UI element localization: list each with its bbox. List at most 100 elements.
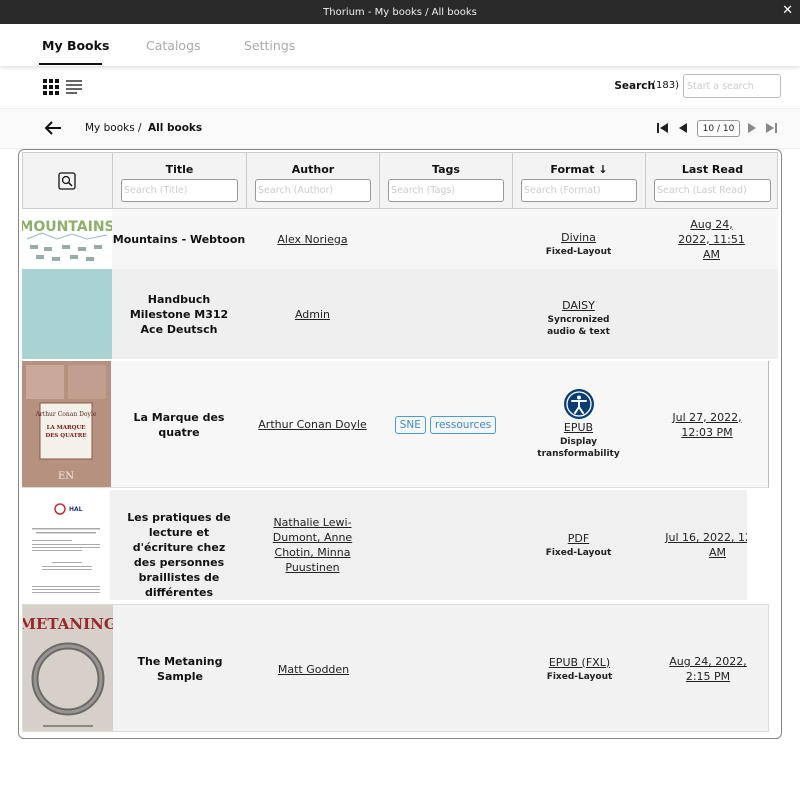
tags-search-input[interactable] [388, 179, 504, 202]
filter-column-header [23, 153, 113, 210]
format-cell[interactable]: EPUB (FXL) Fixed-Layout [513, 605, 646, 733]
author-search-input[interactable] [255, 179, 371, 202]
book-cover[interactable]: Arthur Conan Doyle LA MARQUE DES QUATRE … [22, 361, 111, 487]
last-read-header-label[interactable]: Last Read [646, 163, 779, 176]
book-cover[interactable]: MOUNTAINS [22, 209, 112, 269]
book-format[interactable]: EPUB [564, 421, 593, 434]
author-cell[interactable]: Admin [246, 269, 379, 359]
tags-column-header: Tags [380, 153, 513, 210]
tab-catalogs[interactable]: Catalogs [146, 38, 201, 53]
last-read-search-input[interactable] [654, 179, 771, 202]
library-toolbar: Search (183) [0, 66, 800, 109]
book-format[interactable]: PDF [568, 532, 589, 545]
breadcrumb-my-books[interactable]: My books [85, 122, 135, 134]
last-read-cell[interactable]: Aug 24, 2022, 11:51 AM [645, 209, 778, 269]
cover-author-text: Arthur Conan Doyle [35, 411, 97, 418]
book-author[interactable]: Nathalie Lewi-Dumont, Anne Chotin, Minna… [258, 515, 367, 575]
title-search-input[interactable] [121, 179, 238, 202]
grid-view-icon[interactable] [43, 79, 59, 95]
tag-badge[interactable]: SNE [394, 415, 426, 434]
format-cell[interactable]: DAISY Syncronized audio & text [512, 269, 645, 359]
format-cell[interactable]: PDF Fixed-Layout [512, 490, 645, 600]
book-title[interactable]: Mountains - Webtoon [113, 232, 246, 247]
author-cell[interactable]: Arthur Conan Doyle [246, 361, 379, 488]
book-format[interactable]: EPUB (FXL) [549, 656, 610, 669]
book-author[interactable]: Alex Noriega [277, 232, 347, 247]
next-page-icon[interactable] [745, 121, 759, 135]
search-input[interactable] [683, 74, 781, 98]
format-cell[interactable]: Divina Fixed-Layout [512, 209, 645, 269]
format-detail: Display transformability [537, 437, 620, 459]
title-header-label[interactable]: Title [113, 163, 246, 176]
book-author[interactable]: Arthur Conan Doyle [258, 417, 366, 432]
back-arrow-icon[interactable] [44, 120, 62, 136]
cover-title-text: HAL [69, 506, 83, 513]
cover-title-text: MOUNTAINS [22, 219, 112, 235]
book-cover[interactable]: HAL [22, 490, 110, 600]
breadcrumb-separator: / [138, 122, 142, 134]
format-detail: Fixed-Layout [545, 547, 612, 558]
table-row[interactable]: MOUNTAINS Mountains - Webtoon Alex Norie… [22, 209, 778, 269]
last-read-cell[interactable]: Jul 27, 2022, 12:03 PM [645, 361, 769, 488]
format-detail: Syncronized audio & text [547, 314, 610, 337]
last-page-icon[interactable] [764, 121, 778, 135]
last-read-date[interactable]: Jul 27, 2022, 12:03 PM [665, 410, 749, 440]
tab-settings[interactable]: Settings [244, 38, 295, 53]
title-cell[interactable]: Mountains - Webtoon [112, 209, 246, 269]
book-title[interactable]: The Metaning Sample [113, 654, 247, 684]
book-cover[interactable]: METANING [23, 605, 113, 731]
book-title[interactable]: Les pratiques de lecture et d'écriture c… [124, 510, 234, 600]
format-detail: Fixed-Layout [546, 671, 613, 682]
format-search-input[interactable] [521, 179, 637, 202]
previous-page-icon[interactable] [676, 121, 690, 135]
table-row[interactable]: METANING The Metaning Sample Matt Godden… [22, 604, 769, 732]
title-cell[interactable]: Les pratiques de lecture et d'écriture c… [112, 490, 246, 600]
breadcrumb-all-books: All books [148, 122, 203, 134]
search-filter-icon[interactable] [58, 172, 76, 190]
author-cell[interactable]: Matt Godden [247, 605, 380, 733]
last-read-cell[interactable]: Aug 24, 2022, 2:15 PM [646, 605, 770, 733]
author-cell[interactable]: Alex Noriega [246, 209, 379, 269]
last-read-column-header: Last Read [646, 153, 779, 210]
svg-text:EN: EN [58, 471, 74, 482]
book-format[interactable]: DAISY [562, 299, 595, 312]
tags-cell: SNE ressources [379, 361, 512, 488]
format-detail: Fixed-Layout [545, 246, 612, 257]
book-author[interactable]: Matt Godden [278, 662, 349, 677]
accessibility-icon [563, 389, 594, 419]
author-cell[interactable]: Nathalie Lewi-Dumont, Anne Chotin, Minna… [246, 490, 379, 600]
window-title: Thorium - My books / All books [323, 6, 477, 18]
tab-my-books[interactable]: My Books [42, 38, 109, 53]
first-page-icon[interactable] [656, 121, 670, 135]
format-cell[interactable]: EPUB Display transformability [512, 361, 645, 488]
page-number-input[interactable] [697, 120, 740, 137]
window-titlebar: Thorium - My books / All books ✕ [0, 0, 800, 24]
tags-header-label[interactable]: Tags [380, 163, 512, 176]
last-read-date[interactable]: Aug 24, 2022, 2:15 PM [666, 654, 750, 684]
search-count: (183) [652, 80, 679, 91]
last-read-cell[interactable]: Jul 16, 2022, 12:52 AM [645, 490, 747, 600]
svg-text:LA MARQUE: LA MARQUE [47, 425, 86, 431]
close-icon[interactable]: ✕ [782, 3, 793, 18]
list-view-icon[interactable] [66, 79, 82, 95]
tag-badge[interactable]: ressources [429, 415, 497, 434]
last-read-date[interactable]: Aug 24, 2022, 11:51 AM [675, 217, 748, 262]
book-title[interactable]: La Marque des quatre [112, 410, 246, 440]
title-cell[interactable]: The Metaning Sample [113, 605, 247, 733]
table-row[interactable]: HAL Les pratiques de lecture et d'écritu… [22, 490, 747, 600]
svg-text:DES QUATRE: DES QUATRE [45, 433, 86, 439]
format-header-label[interactable]: Format ↓ [513, 163, 645, 176]
book-author[interactable]: Admin [295, 307, 330, 322]
last-read-date[interactable]: Jul 16, 2022, 12:52 AM [665, 530, 747, 560]
format-column-header: Format ↓ [513, 153, 646, 210]
table-row[interactable]: Arthur Conan Doyle LA MARQUE DES QUATRE … [22, 361, 769, 488]
cover-title-text: METANING [23, 615, 113, 633]
author-header-label[interactable]: Author [247, 163, 379, 176]
table-row[interactable]: Handbuch Milestone M312 Ace Deutsch Admi… [22, 269, 778, 359]
book-format[interactable]: Divina [561, 231, 596, 244]
title-cell[interactable]: La Marque des quatre [112, 361, 246, 488]
book-cover[interactable] [22, 269, 112, 359]
book-title[interactable]: Handbuch Milestone M312 Ace Deutsch [120, 292, 238, 337]
title-cell[interactable]: Handbuch Milestone M312 Ace Deutsch [112, 269, 246, 359]
title-column-header: Title [113, 153, 247, 210]
